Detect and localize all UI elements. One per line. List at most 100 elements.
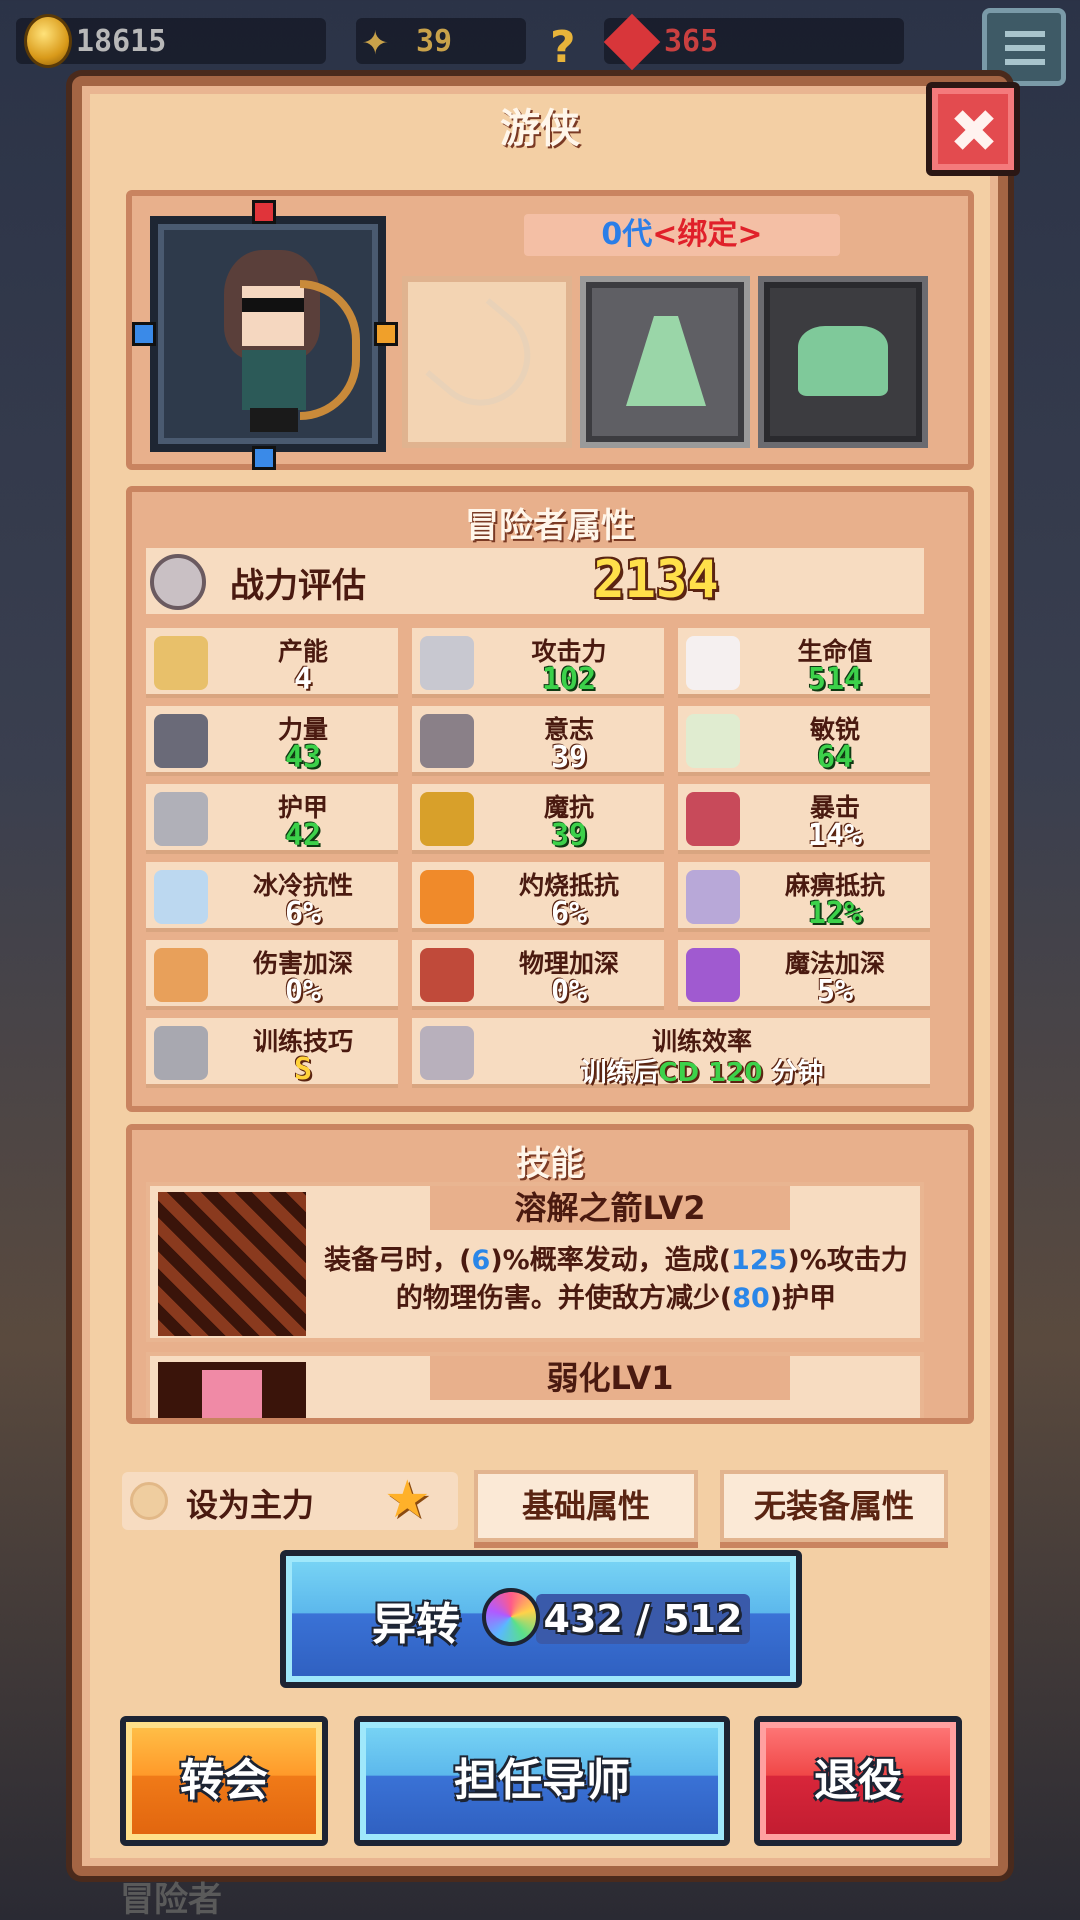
gem-amount: 365 [664, 23, 719, 59]
stat-cell: 魔抗 39 [412, 784, 664, 854]
stat-cell: 生命值 514 [678, 628, 930, 698]
selector-top [252, 200, 276, 224]
selector-bottom [252, 446, 276, 470]
hero-portrait[interactable] [150, 216, 386, 452]
skills-title: 技能 [516, 1144, 584, 1184]
wing-icon [686, 714, 740, 768]
hero-bow [300, 280, 360, 420]
stat-cell: 护甲 42 [146, 784, 398, 854]
training-suffix: 分钟 [771, 1058, 824, 1088]
sword-icon [420, 636, 474, 690]
hero-legs [250, 408, 298, 432]
stat-cell: 伤害加深 0% [146, 940, 398, 1010]
resource-bar: 18615 ✦ 39 ? 365 [0, 0, 1080, 86]
transform-button[interactable]: 异转 432 / 512 [280, 1550, 802, 1688]
bound-tag: <绑定> [652, 217, 763, 252]
cloak-icon [626, 316, 706, 406]
adventurer-attributes: 冒险者属性 战力评估 2134 产能 4 攻击力 102 生命值 514 力量 43 意志 39 敏… [126, 486, 974, 1112]
stat-value: 64 [816, 740, 854, 775]
stat-value: 12% [807, 896, 863, 931]
token-amount: 39 [416, 23, 453, 59]
selector-right [374, 322, 398, 346]
skill-desc-part: 装备弓时，( [324, 1245, 472, 1276]
stat-cell: 麻痹抵抗 12% [678, 862, 930, 932]
training-cd: CD 120 [658, 1058, 763, 1088]
stat-cell: 物理加深 0% [412, 940, 664, 1010]
stat-value: 43 [284, 740, 322, 775]
question-icon[interactable]: ? [550, 22, 576, 73]
statue-icon [420, 714, 474, 768]
skills-section: 技能 溶解之箭LV2 装备弓时，(6)%概率发动，造成(125)%攻击力的物理伤… [126, 1124, 974, 1424]
stat-value: 39 [550, 740, 588, 775]
arrow-skill-icon [158, 1192, 306, 1336]
menu-icon-line [1005, 45, 1045, 51]
menu-icon-line [1005, 59, 1045, 65]
no-equipment-attributes-button[interactable]: 无装备属性 [720, 1470, 948, 1542]
hero-equipment-section: 0代<绑定> [126, 190, 974, 470]
skill-name: 弱化LV1 [430, 1356, 790, 1400]
stat-value: 4 [293, 662, 313, 697]
crystal-icon [154, 636, 208, 690]
shield-icon [154, 792, 208, 846]
retire-button[interactable]: 退役 [754, 1716, 962, 1846]
weapon-slot[interactable] [402, 276, 572, 448]
transform-count: 432 / 512 [536, 1594, 750, 1644]
mentor-button[interactable]: 担任导师 [354, 1716, 730, 1846]
retire-label: 退役 [814, 1755, 902, 1806]
skill-damage-percent: 125 [731, 1245, 788, 1276]
skill-card[interactable]: 弱化LV1 [146, 1352, 924, 1418]
transfer-label: 转会 [180, 1755, 268, 1806]
stat-value: 14% [807, 818, 863, 853]
stat-cell: 攻击力 102 [412, 628, 664, 698]
skill-description: 装备弓时，(6)%概率发动，造成(125)%攻击力的物理伤害。并使敌方减少(80… [318, 1242, 914, 1318]
stat-value: 514 [807, 662, 863, 697]
training-icon [154, 1026, 208, 1080]
armor-slot[interactable] [580, 276, 750, 448]
skill-desc-part: )%概率发动，造成( [490, 1245, 732, 1276]
gem-counter: 365 [603, 13, 904, 71]
ranger-avatar [214, 250, 360, 432]
stat-cell: 暴击 14% [678, 784, 930, 854]
stat-value: 5% [816, 974, 854, 1009]
menu-icon [1005, 31, 1045, 37]
stat-cell: 冰冷抗性 6% [146, 862, 398, 932]
close-button[interactable] [926, 82, 1020, 176]
damage-icon [154, 948, 208, 1002]
skill-armor-reduction: 80 [732, 1283, 770, 1314]
stat-value: 102 [541, 662, 597, 697]
stat-cell: 敏锐 64 [678, 706, 930, 776]
coin-icon [24, 14, 72, 68]
bow-icon [425, 297, 551, 427]
set-main-toggle[interactable]: 设为主力 ★ [122, 1472, 458, 1530]
generation-text: 0代 [601, 217, 653, 252]
stat-cell: 意志 39 [412, 706, 664, 776]
wand-icon [686, 948, 740, 1002]
boots-slot[interactable] [758, 276, 928, 448]
star-icon: ★ [384, 1470, 431, 1530]
heart-axe-icon [420, 948, 474, 1002]
magic-shield-icon [420, 792, 474, 846]
attributes-title: 冒险者属性 [465, 506, 635, 546]
rainbow-gem-icon [482, 1588, 540, 1646]
menu-button[interactable] [982, 8, 1066, 86]
set-main-label: 设为主力 [186, 1486, 315, 1524]
skill-card[interactable]: 溶解之箭LV2 装备弓时，(6)%概率发动，造成(125)%攻击力的物理伤害。并… [146, 1182, 924, 1342]
training-efficiency-value: 训练后CD 120 分钟 [474, 1052, 930, 1089]
power-rating-icon [150, 554, 206, 610]
transfer-button[interactable]: 转会 [120, 1716, 328, 1846]
power-rating-value: 2134 [593, 550, 719, 610]
transform-label: 异转 [372, 1599, 460, 1650]
token-counter: ✦ 39 [356, 14, 526, 65]
feather-icon: ✦ [362, 14, 389, 65]
checkbox-circle[interactable] [130, 1482, 168, 1520]
stat-value: S [293, 1052, 313, 1087]
crossed-swords-icon [686, 792, 740, 846]
stat-value: 6% [550, 896, 588, 931]
power-rating-row: 战力评估 2134 [146, 548, 924, 614]
base-attributes-button[interactable]: 基础属性 [474, 1470, 698, 1542]
fire-icon [420, 870, 474, 924]
swords-icon [420, 1026, 474, 1080]
stat-value: 0% [284, 974, 322, 1009]
stat-cell: 魔法加深 5% [678, 940, 930, 1010]
hero-body [242, 350, 306, 410]
